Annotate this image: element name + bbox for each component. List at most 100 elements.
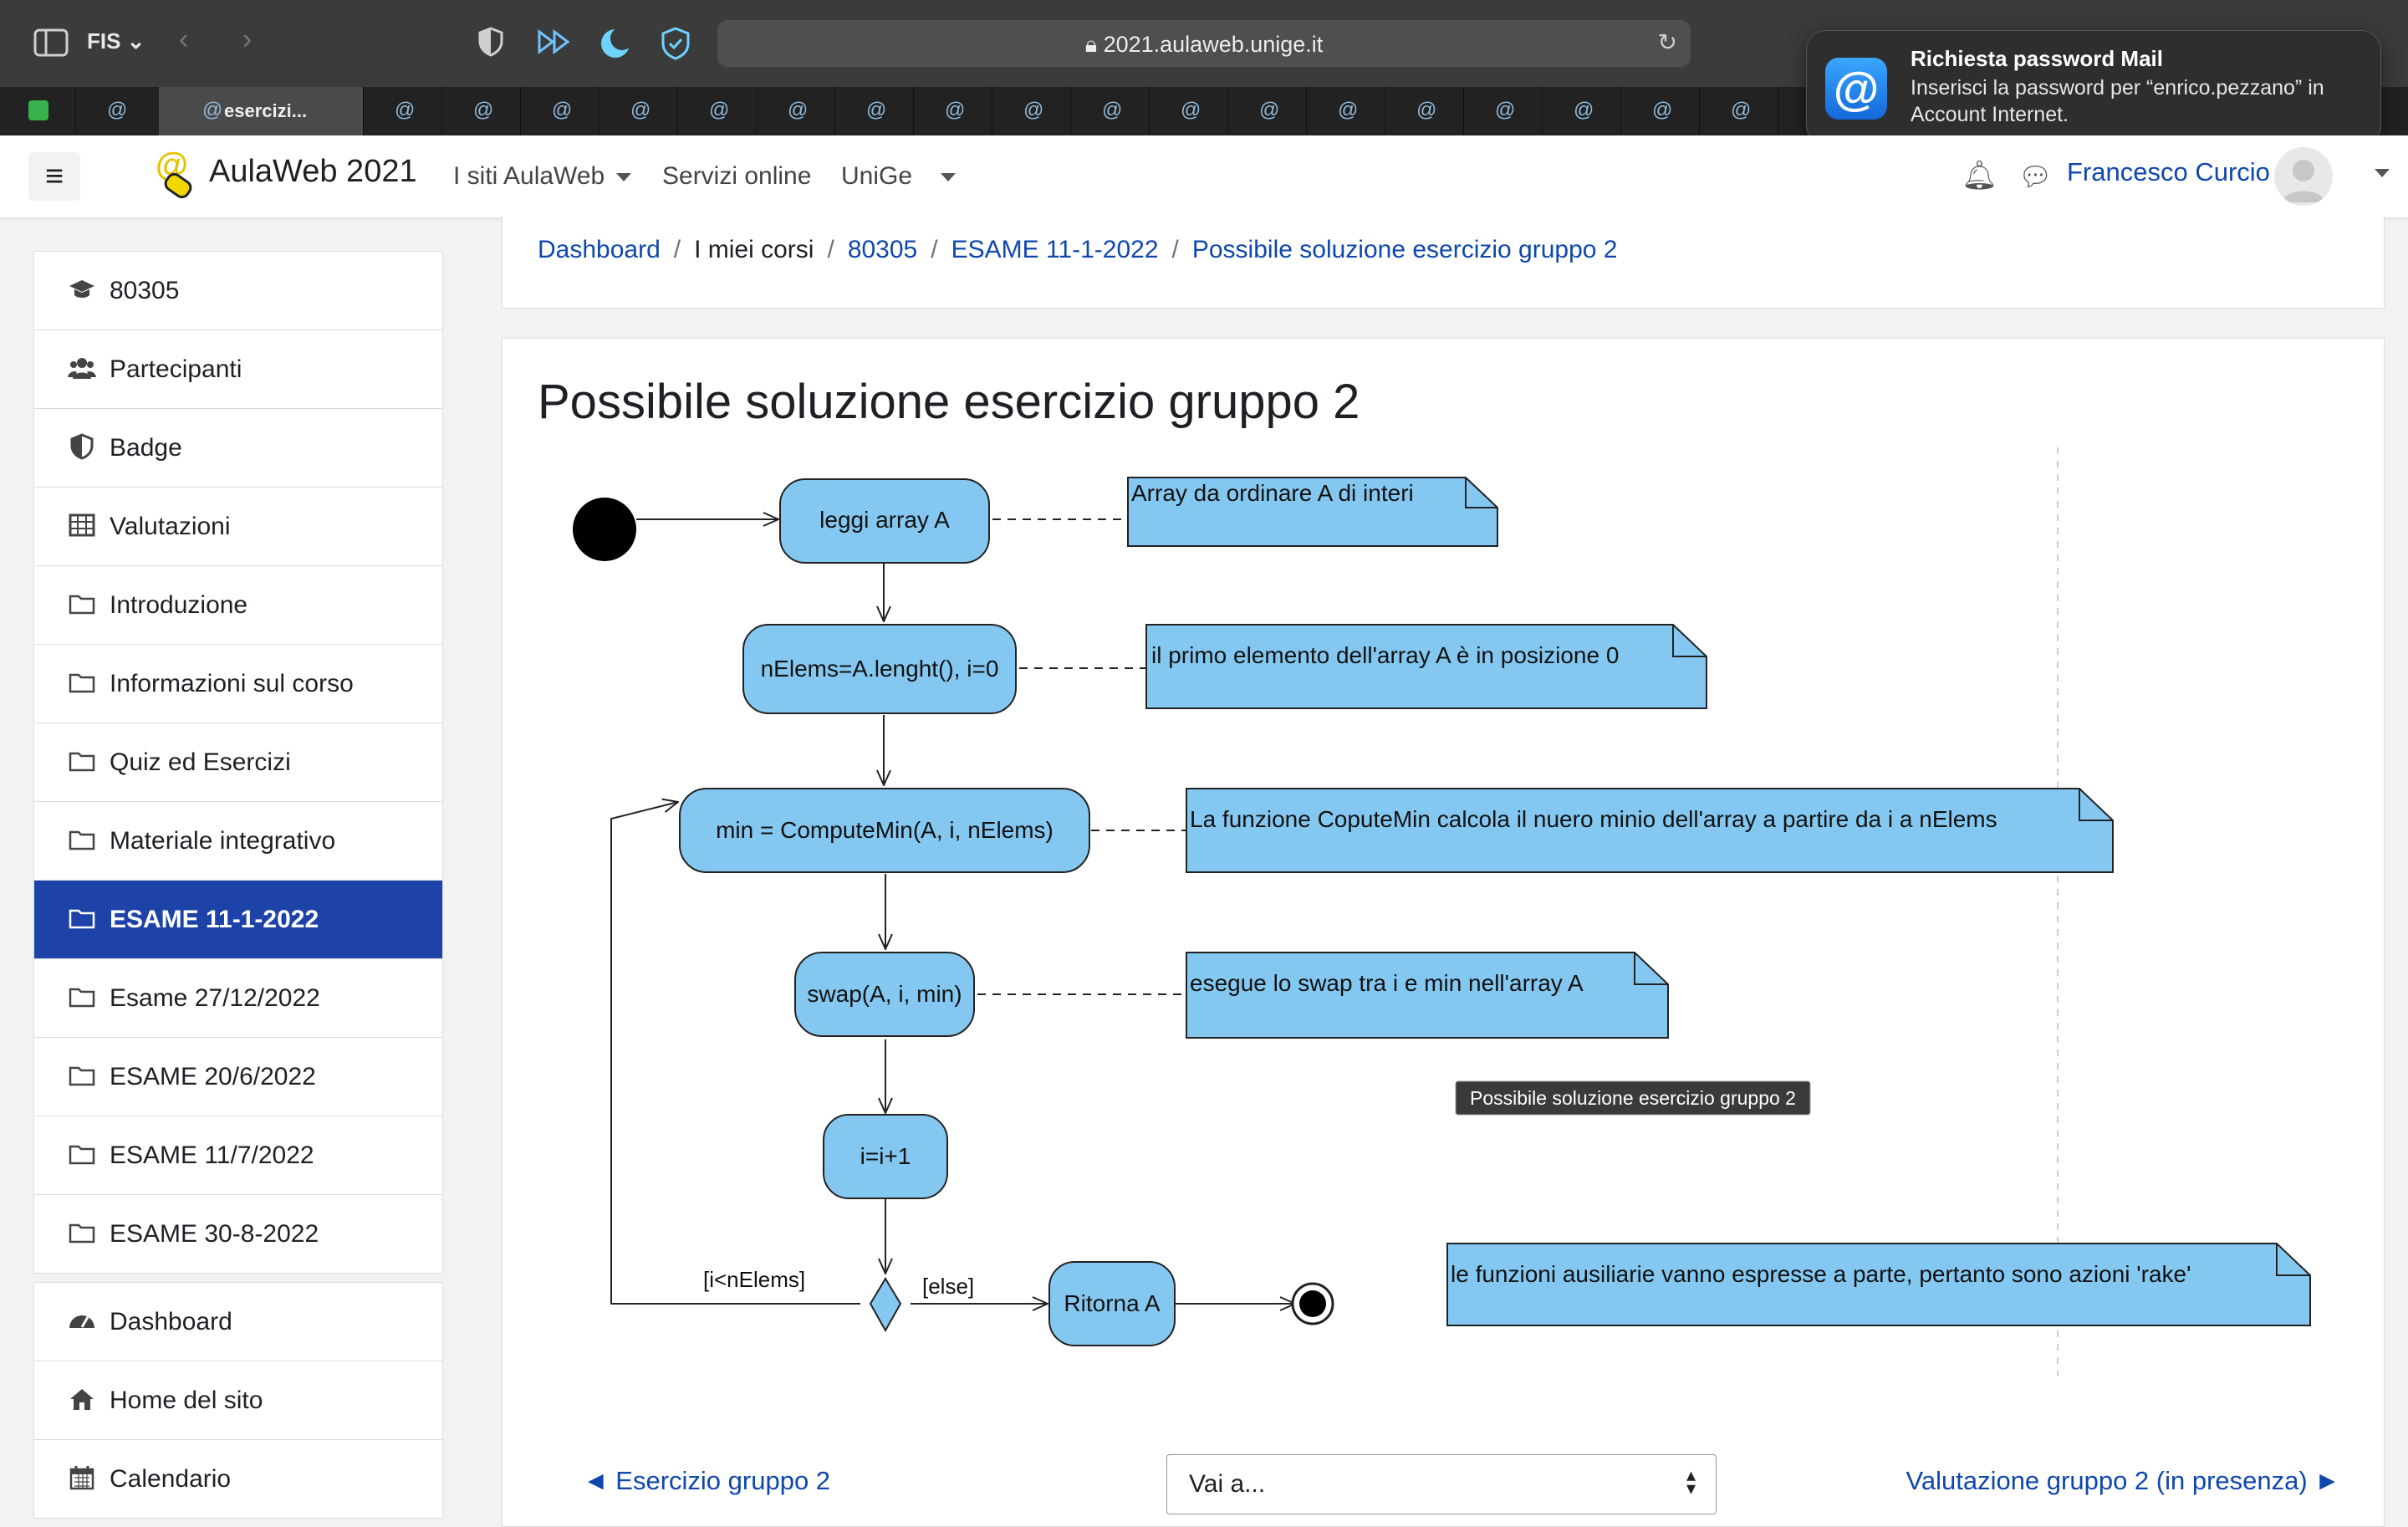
- privacy-shield-icon[interactable]: [478, 27, 503, 57]
- sidebar-course-item-3[interactable]: Valutazioni: [34, 488, 442, 566]
- tab[interactable]: @: [1620, 87, 1700, 135]
- user-menu-caret-icon[interactable]: [2375, 169, 2390, 177]
- breadcrumb-section[interactable]: ESAME 11-1-2022: [951, 236, 1159, 263]
- menu-toggle-button[interactable]: ≡: [28, 152, 80, 201]
- note-text: esegue lo swap tra i e min nell'array A: [1190, 970, 1584, 996]
- folder-icon: [68, 747, 96, 775]
- menu-siti-aulaweb[interactable]: I siti AulaWeb: [453, 162, 632, 191]
- sidebar-course-item-2[interactable]: Badge: [34, 409, 442, 488]
- tab[interactable]: @: [599, 87, 678, 135]
- menu-servizi-online[interactable]: Servizi online: [662, 162, 811, 191]
- action-label: swap(A, i, min): [807, 981, 962, 1007]
- sidebar-course-item-0[interactable]: 80305: [34, 252, 442, 330]
- dashboard-icon: [68, 1306, 96, 1335]
- address-bar[interactable]: 🔒︎ 2021.aulaweb.unige.it ↻: [717, 20, 1691, 67]
- sidebar-course-item-6[interactable]: Quiz ed Esercizi: [34, 723, 442, 802]
- aulaweb-logo[interactable]: @: [150, 146, 197, 204]
- site-navbar: ≡ @ AulaWeb 2021 I siti AulaWeb Servizi …: [0, 135, 2408, 217]
- sidebar-course-item-1[interactable]: Partecipanti: [34, 330, 442, 409]
- tab[interactable]: @: [677, 87, 757, 135]
- sidebar-item-label: 80305: [110, 277, 180, 304]
- aulaweb-favicon-icon: @: [1181, 99, 1201, 121]
- sidebar-site-item-0[interactable]: Dashboard: [34, 1283, 442, 1361]
- sidebar-item-label: Calendario: [110, 1465, 232, 1493]
- aulaweb-favicon-icon: @: [473, 99, 494, 121]
- tab[interactable]: @: [1542, 87, 1621, 135]
- sidebar-course-item-5[interactable]: Informazioni sul corso: [34, 645, 442, 723]
- tab-title: esercizi...: [224, 100, 308, 121]
- tab[interactable]: @: [1463, 87, 1543, 135]
- aulaweb-favicon-icon: @: [1416, 99, 1437, 121]
- shield-check-extension-icon[interactable]: [661, 27, 691, 60]
- breadcrumb-dashboard[interactable]: Dashboard: [538, 236, 661, 263]
- tab[interactable]: @: [520, 87, 599, 135]
- tab[interactable]: @: [1070, 87, 1150, 135]
- sidebar-site-item-2[interactable]: Calendario: [34, 1440, 442, 1518]
- tab[interactable]: @: [1149, 87, 1228, 135]
- site-name[interactable]: AulaWeb 2021: [209, 154, 417, 190]
- sidebar-item-label: Badge: [110, 434, 182, 462]
- menu-label: I siti AulaWeb: [453, 162, 605, 190]
- tab[interactable]: @: [441, 87, 521, 135]
- profile-menu[interactable]: FIS ⌄: [87, 28, 145, 54]
- action-label: Ritorna A: [1064, 1290, 1160, 1316]
- guard-else-label: [else]: [922, 1274, 974, 1299]
- sidebar-site-item-1[interactable]: Home del sito: [34, 1361, 442, 1440]
- tab[interactable]: @: [1306, 87, 1385, 135]
- aulaweb-favicon-icon: @: [709, 99, 730, 121]
- sidebar-toggle-icon[interactable]: [33, 28, 69, 57]
- bell-icon[interactable]: 🔔︎: [1962, 159, 1997, 192]
- mail-password-notification[interactable]: @ Richiesta password Mail Inserisci la p…: [1806, 30, 2381, 146]
- sidebar-course-item-7[interactable]: Materiale integrativo: [34, 802, 442, 881]
- course-nav-block: 80305 Partecipanti Badge Valutazioni Introdu…: [33, 251, 443, 1274]
- action-read-array: leggi array A: [779, 478, 990, 564]
- avatar[interactable]: [2274, 147, 2333, 206]
- prev-activity-link[interactable]: ◄ Esercizio gruppo 2: [583, 1466, 830, 1496]
- notification-body: Inserisci la password per “enrico.pezzan…: [1911, 76, 2324, 126]
- menu-label: Servizi online: [662, 162, 812, 190]
- aulaweb-favicon-icon: @: [107, 99, 128, 121]
- folder-icon: [68, 983, 96, 1011]
- breadcrumb-current[interactable]: Possibile soluzione esercizio gruppo 2: [1192, 236, 1618, 263]
- jump-to-select[interactable]: Vai a... ▴ ▾: [1166, 1454, 1717, 1514]
- menu-unige[interactable]: UniGe: [841, 162, 957, 191]
- aulaweb-favicon-icon: @: [1495, 99, 1516, 121]
- user-name[interactable]: Francesco Curcio: [2067, 157, 2270, 187]
- folder-icon: [68, 668, 96, 697]
- sidebar-course-item-12[interactable]: ESAME 30-8-2022: [34, 1195, 442, 1273]
- sidebar-course-item-4[interactable]: Introduzione: [34, 566, 442, 645]
- tab[interactable]: @: [913, 87, 992, 135]
- aulaweb-favicon-icon: @: [1574, 99, 1594, 121]
- tab[interactable]: @: [992, 87, 1071, 135]
- action-increment: i=i+1: [823, 1114, 948, 1199]
- image-tooltip: Possibile soluzione esercizio gruppo 2: [1455, 1080, 1811, 1116]
- tab[interactable]: @: [1227, 87, 1307, 135]
- tab[interactable]: @: [1699, 87, 1778, 135]
- tab-active[interactable]: @ esercizi...: [159, 87, 364, 135]
- aulaweb-favicon-icon: @: [1259, 99, 1280, 121]
- sidebar-item-label: Valutazioni: [110, 513, 231, 540]
- tab[interactable]: @: [834, 87, 914, 135]
- next-activity-link[interactable]: Valutazione gruppo 2 (in presenza) ►: [1905, 1466, 2340, 1496]
- sidebar-course-item-10[interactable]: ESAME 20/6/2022: [34, 1038, 442, 1116]
- tab[interactable]: @: [756, 87, 835, 135]
- forward-icon[interactable]: ›: [242, 25, 252, 54]
- sidebar-course-item-11[interactable]: ESAME 11/7/2022: [34, 1116, 442, 1195]
- sidebar-item-label: Dashboard: [110, 1308, 232, 1335]
- note-first-element: il primo elemento dell'array A è in posi…: [1145, 624, 1707, 709]
- chat-icon[interactable]: 💬︎: [2018, 161, 2053, 192]
- folder-icon: [68, 1218, 96, 1247]
- fast-forward-extension-icon[interactable]: [537, 28, 572, 55]
- dark-mode-extension-icon[interactable]: [599, 27, 632, 60]
- tab-pinned[interactable]: [0, 87, 76, 135]
- sidebar-course-item-9[interactable]: Esame 27/12/2022: [34, 959, 442, 1038]
- back-icon[interactable]: ‹: [179, 25, 188, 54]
- tab[interactable]: @: [363, 87, 442, 135]
- reload-icon[interactable]: ↻: [1658, 28, 1677, 56]
- aulaweb-favicon-icon: @: [1338, 99, 1359, 121]
- breadcrumb-course[interactable]: 80305: [848, 236, 917, 263]
- folder-icon: [68, 825, 96, 854]
- sidebar-course-item-8[interactable]: ESAME 11-1-2022: [34, 881, 442, 959]
- tab[interactable]: @: [75, 87, 160, 135]
- tab[interactable]: @: [1385, 87, 1464, 135]
